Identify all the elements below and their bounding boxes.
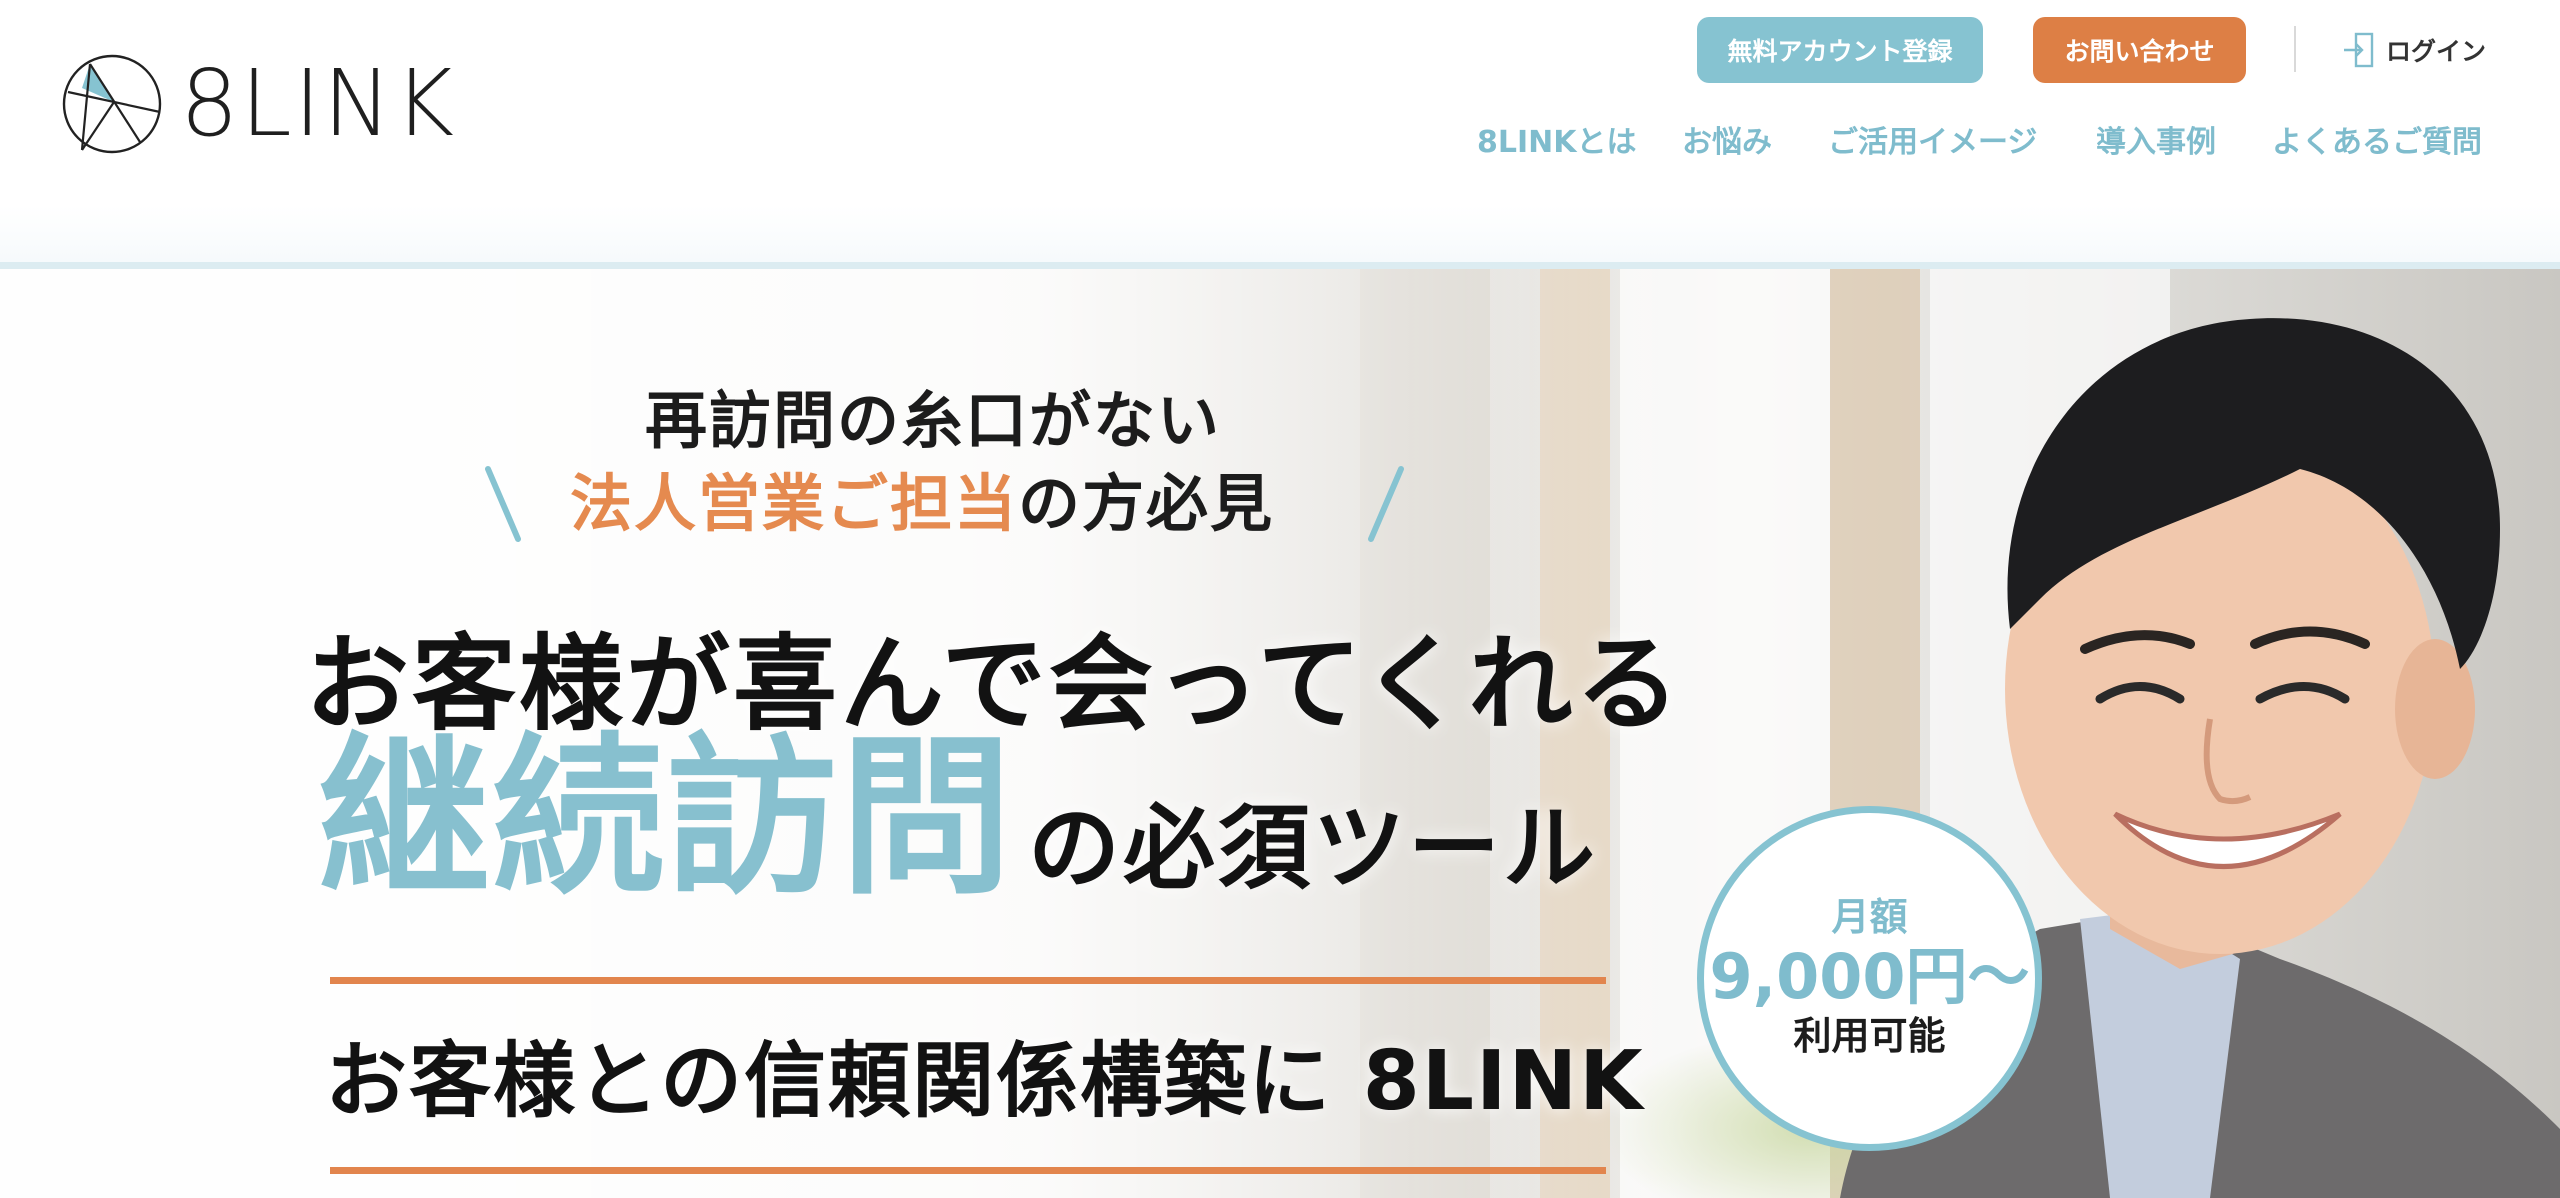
header-rule bbox=[0, 262, 2560, 269]
8link-logo-icon bbox=[62, 54, 162, 154]
price-badge: 月額 9,000円〜 利用可能 bbox=[1697, 806, 2042, 1151]
tagline-top: 再訪問の糸口がない bbox=[0, 370, 1866, 460]
price-label: 月額 bbox=[1831, 895, 1908, 940]
right-slash-decoration bbox=[1368, 466, 1404, 542]
header-divider bbox=[2294, 26, 2296, 72]
divider-top bbox=[330, 977, 1606, 984]
left-slash-decoration bbox=[485, 466, 521, 542]
signup-button[interactable]: 無料アカウント登録 bbox=[1697, 17, 1983, 83]
hero-keyword: 継続訪問 bbox=[318, 717, 1014, 918]
hero-subline: お客様との信頼関係構築に 8LINK bbox=[325, 1034, 1645, 1129]
keyword-row: 継続訪問 の必須ツール bbox=[318, 724, 1598, 904]
nav-item-about[interactable]: 8LINKとは bbox=[1477, 120, 1637, 166]
logo[interactable]: 8LINK bbox=[60, 52, 456, 156]
login-link[interactable]: ログイン bbox=[2342, 30, 2486, 70]
header-fade bbox=[0, 205, 2560, 262]
price-amount: 9,000円〜 bbox=[1709, 939, 2030, 1013]
tagline-highlight: 法人営業ご担当 bbox=[570, 467, 1019, 540]
tagline-top-text: 再訪問の糸口がない bbox=[644, 384, 1221, 457]
nav-item-usage[interactable]: ご活用イメージ bbox=[1828, 120, 2037, 166]
nav-item-cases[interactable]: 導入事例 bbox=[2096, 120, 2216, 166]
hero-section: 再訪問の糸口がない 法人営業ご担当の方必見 お客様が喜んで会ってくれる 継続訪問… bbox=[0, 269, 2560, 1198]
hero-keyword-tail: の必須ツール bbox=[1028, 794, 1599, 902]
contact-button[interactable]: お問い合わせ bbox=[2033, 17, 2246, 83]
login-label: ログイン bbox=[2386, 37, 2487, 66]
price-note: 利用可能 bbox=[1793, 1014, 1946, 1059]
tagline-rest: の方必見 bbox=[1018, 467, 1275, 540]
site-header: 8LINK 無料アカウント登録 お問い合わせ ログイン 8LINKとは お悩み … bbox=[0, 0, 2560, 205]
login-door-icon bbox=[2344, 32, 2374, 68]
logo-text: 8LINK bbox=[180, 50, 457, 157]
tagline-target: 法人営業ご担当の方必見 bbox=[570, 453, 1274, 540]
nav-item-faq[interactable]: よくあるご質問 bbox=[2272, 120, 2482, 166]
nav-item-problems[interactable]: お悩み bbox=[1682, 120, 1772, 166]
divider-bottom bbox=[330, 1167, 1606, 1174]
